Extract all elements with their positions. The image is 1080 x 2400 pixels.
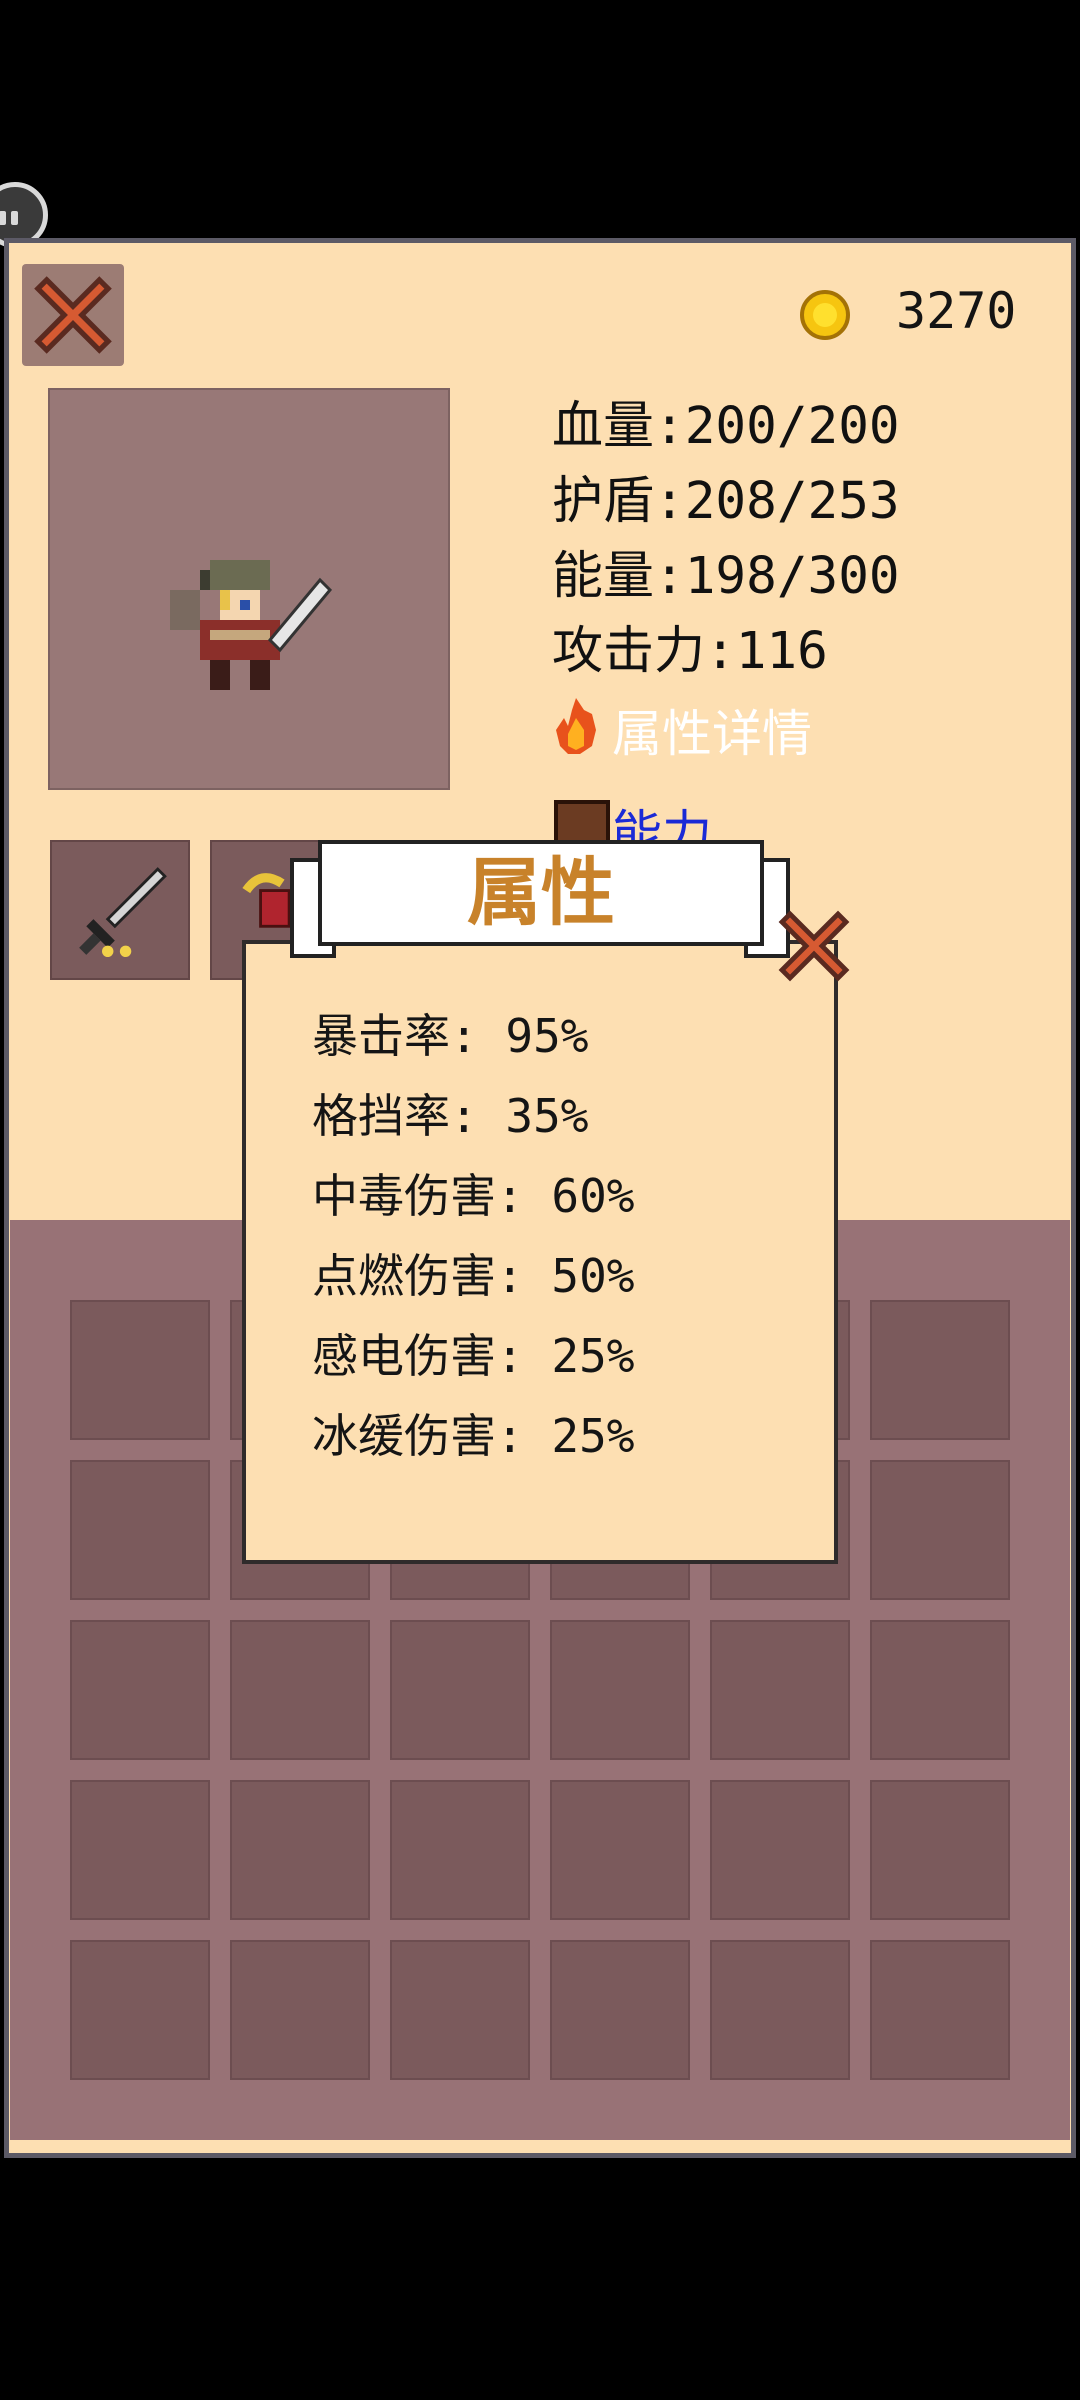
hero-sprite-icon <box>170 560 333 690</box>
inventory-slot[interactable] <box>230 1620 370 1760</box>
energy-stat: 能量:198/300 <box>552 547 900 606</box>
fire-icon <box>556 698 596 754</box>
attribute-details-link[interactable]: 属性详情 <box>612 694 812 766</box>
inventory-slot[interactable] <box>870 1300 1010 1440</box>
inventory-slot[interactable] <box>870 1780 1010 1920</box>
inventory-slot[interactable] <box>230 1780 370 1920</box>
inventory-slot[interactable] <box>70 1780 210 1920</box>
inventory-slot[interactable] <box>550 1620 690 1760</box>
inventory-slot[interactable] <box>710 1780 850 1920</box>
inventory-slot[interactable] <box>710 1620 850 1760</box>
attribute-row: 点燃伤害: 50% <box>312 1249 635 1303</box>
inventory-slot[interactable] <box>550 1780 690 1920</box>
inventory-slot[interactable] <box>870 1940 1010 2080</box>
inventory-slot[interactable] <box>390 1780 530 1920</box>
bubble-dot <box>0 211 6 225</box>
dialog-title: 属性 <box>318 840 764 946</box>
shield-stat: 护盾:208/253 <box>552 472 900 531</box>
inventory-slot[interactable] <box>70 1460 210 1600</box>
inventory-slot[interactable] <box>390 1940 530 2080</box>
coin-count: 3270 <box>896 282 1017 340</box>
close-icon <box>778 910 850 982</box>
attribute-row: 暴击率: 95% <box>312 1009 589 1063</box>
attack-stat: 攻击力:116 <box>552 622 828 681</box>
inventory-slot[interactable] <box>70 1300 210 1440</box>
inventory-slot[interactable] <box>710 1940 850 2080</box>
sword-icon <box>79 867 167 957</box>
inventory-slot[interactable] <box>550 1940 690 2080</box>
inventory-slot[interactable] <box>70 1940 210 2080</box>
equipment-slot-weapon[interactable] <box>50 840 190 980</box>
inventory-slot[interactable] <box>870 1620 1010 1760</box>
coin-icon <box>800 290 850 340</box>
bubble-dot <box>11 211 18 225</box>
attribute-row: 格挡率: 35% <box>312 1089 589 1143</box>
inventory-slot[interactable] <box>230 1940 370 2080</box>
inventory-slot[interactable] <box>390 1620 530 1760</box>
attribute-row: 感电伤害: 25% <box>312 1329 635 1383</box>
inventory-slot[interactable] <box>70 1620 210 1760</box>
ability-link[interactable]: 能力 <box>612 794 712 844</box>
close-button[interactable] <box>22 264 124 366</box>
attribute-row: 中毒伤害: 60% <box>312 1169 635 1223</box>
inventory-slot[interactable] <box>870 1460 1010 1600</box>
dialog-close-button[interactable] <box>774 906 854 986</box>
close-icon <box>34 276 112 354</box>
hp-stat: 血量:200/200 <box>552 397 900 456</box>
attribute-row: 冰缓伤害: 25% <box>312 1409 635 1463</box>
